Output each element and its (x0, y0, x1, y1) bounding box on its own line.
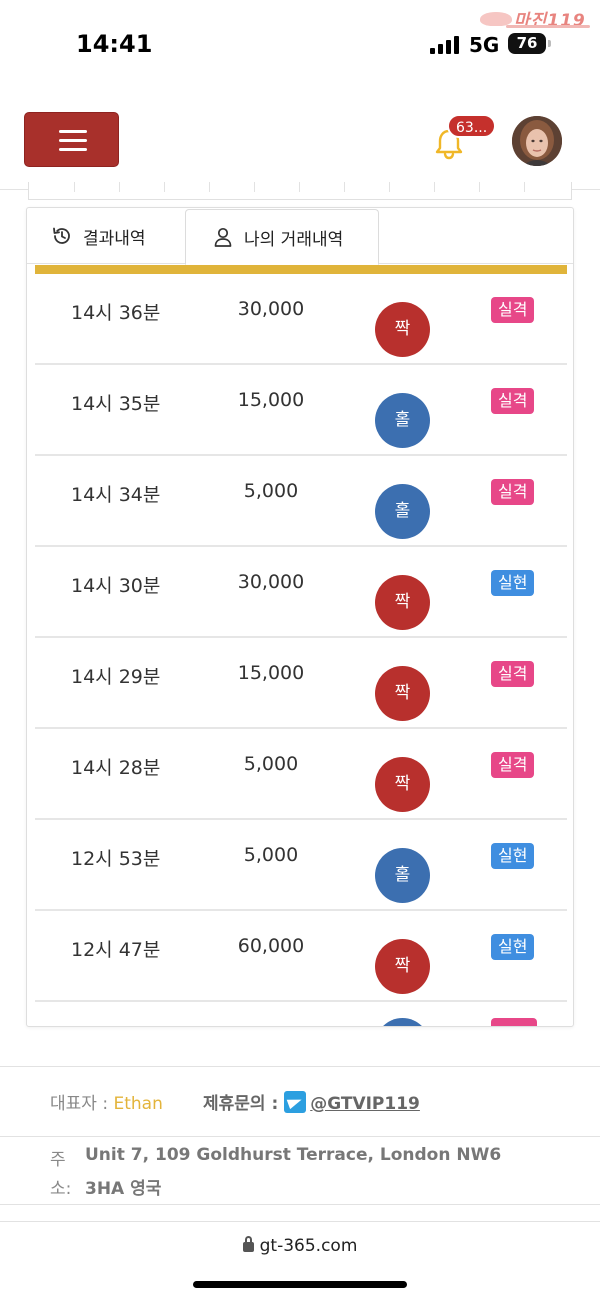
pick-ball: 홀 (375, 393, 430, 448)
partnership-contact: 제휴문의 : @GTVIP119 (203, 1089, 420, 1114)
status-bar: 14:41 5G 76 마진119 (0, 0, 600, 90)
row-amount: 30,000 (237, 298, 305, 320)
menu-button[interactable] (24, 112, 119, 167)
partnership-label: 제휴문의 : (203, 1094, 279, 1114)
table-row: 14시 28분 5,000 짝 실격 (35, 729, 567, 820)
row-time: 14시 29분 (71, 666, 161, 688)
footer-divider (0, 1221, 600, 1222)
tab-my-trades[interactable]: 나의 거래내역 (185, 209, 379, 265)
signal-icon (430, 36, 462, 54)
telegram-link[interactable]: @GTVIP119 (310, 1094, 420, 1114)
pick-ball (375, 1018, 430, 1026)
address-label: 주 (50, 1150, 66, 1170)
table-header-bar (35, 265, 567, 274)
table-row: 14시 34분 5,000 홀 실격 (35, 456, 567, 547)
result-badge: 실격 (491, 479, 535, 505)
tab-bar: 결과내역 나의 거래내역 (27, 208, 573, 265)
browser-url-bar[interactable]: gt-365.com (0, 1236, 600, 1266)
tab-my-trades-label: 나의 거래내역 (244, 229, 344, 250)
row-time: 14시 35분 (71, 393, 161, 415)
network-type: 5G (469, 33, 500, 57)
page: 14:41 5G 76 마진119 63... 결과내역 나의 거래내역 14시… (0, 0, 600, 1301)
pick-ball: 짝 (375, 302, 430, 357)
url-text: gt-365.com (259, 1236, 358, 1256)
representative-label: 대표자 : (50, 1094, 109, 1114)
user-icon (214, 227, 232, 247)
watermark-logo: 마진119 (476, 4, 596, 34)
result-badge: 실격 (491, 297, 535, 323)
trade-list: 14시 36분 30,000 짝 실격 14시 35분 15,000 홀 실격 … (35, 274, 567, 1026)
home-indicator[interactable] (193, 1281, 407, 1288)
address-line-1: Unit 7, 109 Goldhurst Terrace, London NW… (85, 1145, 502, 1165)
row-amount: 5,000 (243, 480, 299, 502)
row-time: 12시 53분 (71, 848, 161, 870)
address-label-2: 소: (50, 1179, 72, 1199)
result-badge: 실격 (491, 752, 535, 778)
table-row: 14시 30분 30,000 짝 실현 (35, 547, 567, 638)
row-time: 14시 36분 (71, 302, 161, 324)
row-amount: 15,000 (237, 389, 305, 411)
history-icon (53, 227, 70, 244)
pick-ball: 짝 (375, 575, 430, 630)
tab-results[interactable]: 결과내역 (51, 208, 146, 264)
pick-ball: 짝 (375, 939, 430, 994)
row-amount: 15,000 (237, 662, 305, 684)
table-row: 12시 47분 60,000 짝 실현 (35, 911, 567, 1002)
result-badge (491, 1018, 537, 1026)
row-time: 14시 28분 (71, 757, 161, 779)
table-row-partial (35, 1002, 567, 1026)
lock-icon (242, 1236, 254, 1252)
row-time: 14시 34분 (71, 484, 161, 506)
row-amount: 30,000 (237, 571, 305, 593)
result-badge: 실격 (491, 388, 535, 414)
header: 63... (0, 90, 600, 190)
row-amount: 5,000 (243, 753, 299, 775)
representative: 대표자 : Ethan (50, 1089, 163, 1114)
result-badge: 실현 (491, 570, 535, 596)
tab-results-label: 결과내역 (83, 228, 146, 249)
table-row: 12시 53분 5,000 홀 실현 (35, 820, 567, 911)
history-card: 결과내역 나의 거래내역 14시 36분 30,000 짝 실격 14시 35분… (26, 207, 574, 1027)
result-badge: 실현 (491, 934, 535, 960)
clock: 14:41 (76, 30, 153, 58)
pick-ball: 짝 (375, 666, 430, 721)
table-row: 14시 29분 15,000 짝 실격 (35, 638, 567, 729)
row-time: 14시 30분 (71, 575, 161, 597)
result-badge: 실현 (491, 843, 535, 869)
result-badge: 실격 (491, 661, 535, 687)
pick-ball: 짝 (375, 757, 430, 812)
footer-divider (0, 1136, 600, 1137)
table-row: 14시 35분 15,000 홀 실격 (35, 365, 567, 456)
pick-ball: 홀 (375, 848, 430, 903)
address-line-2: 3HA 영국 (85, 1179, 162, 1199)
pick-ball: 홀 (375, 484, 430, 539)
representative-name: Ethan (113, 1094, 163, 1114)
table-row: 14시 36분 30,000 짝 실격 (35, 274, 567, 365)
notification-badge[interactable]: 63... (447, 114, 497, 138)
row-amount: 5,000 (243, 844, 299, 866)
previous-panel (28, 182, 572, 200)
battery-icon: 76 (508, 33, 551, 54)
row-time: 12시 47분 (71, 939, 161, 961)
row-amount: 60,000 (237, 935, 305, 957)
telegram-icon (284, 1091, 307, 1113)
avatar[interactable] (512, 116, 562, 166)
footer-divider (0, 1204, 600, 1205)
